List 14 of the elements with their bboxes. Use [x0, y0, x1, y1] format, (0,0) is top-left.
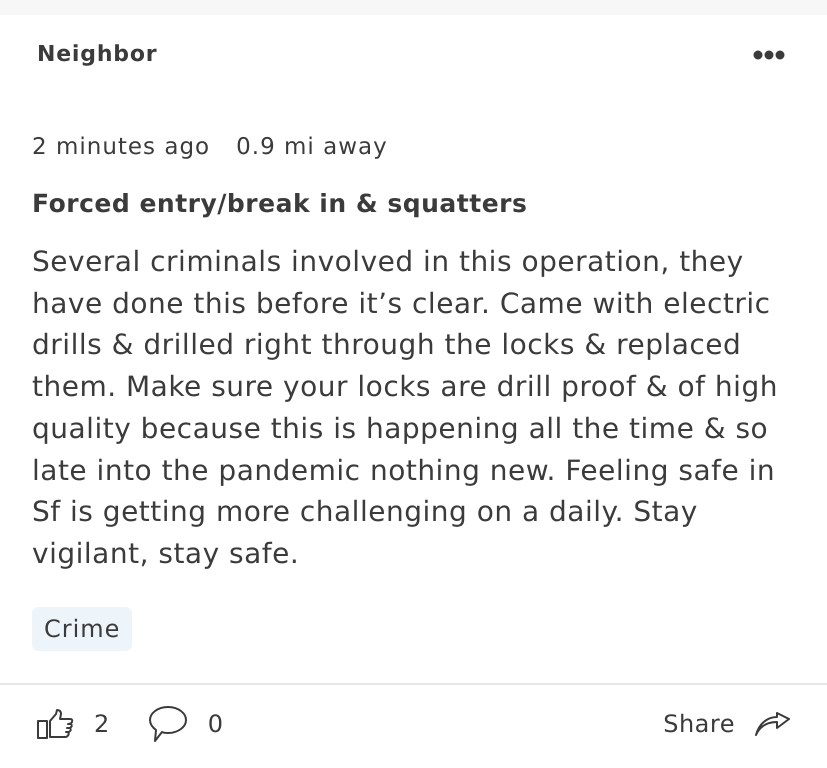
share-arrow-icon: [755, 712, 790, 736]
post-distance: 0.9 mi away: [236, 133, 388, 161]
comment-button[interactable]: 0: [148, 704, 224, 743]
more-options-button[interactable]: [753, 50, 785, 60]
post-title: Forced entry/break in & squatters: [31, 189, 528, 219]
topic-tag[interactable]: Crime: [32, 606, 132, 651]
speech-bubble-icon: [148, 704, 188, 743]
post-time: 2 minutes ago: [32, 133, 210, 161]
like-button[interactable]: 2: [37, 708, 110, 739]
author-name: Neighbor: [37, 42, 158, 68]
thumbs-up-icon: [37, 708, 74, 739]
post-body: Several criminals involved in this operation, they have done this before it’s clear. Came with electric drills & drilled right through the locks & replaced them. Make sure your locks are drill proof & of high quality because this is happening all the time & so late into the pandemic nothing new. Feeling safe in Sf is getting more challenging on a daily. Stay vigilant, stay safe.: [31, 244, 779, 572]
more-options-icon: [753, 50, 785, 60]
share-button[interactable]: Share: [663, 712, 790, 736]
